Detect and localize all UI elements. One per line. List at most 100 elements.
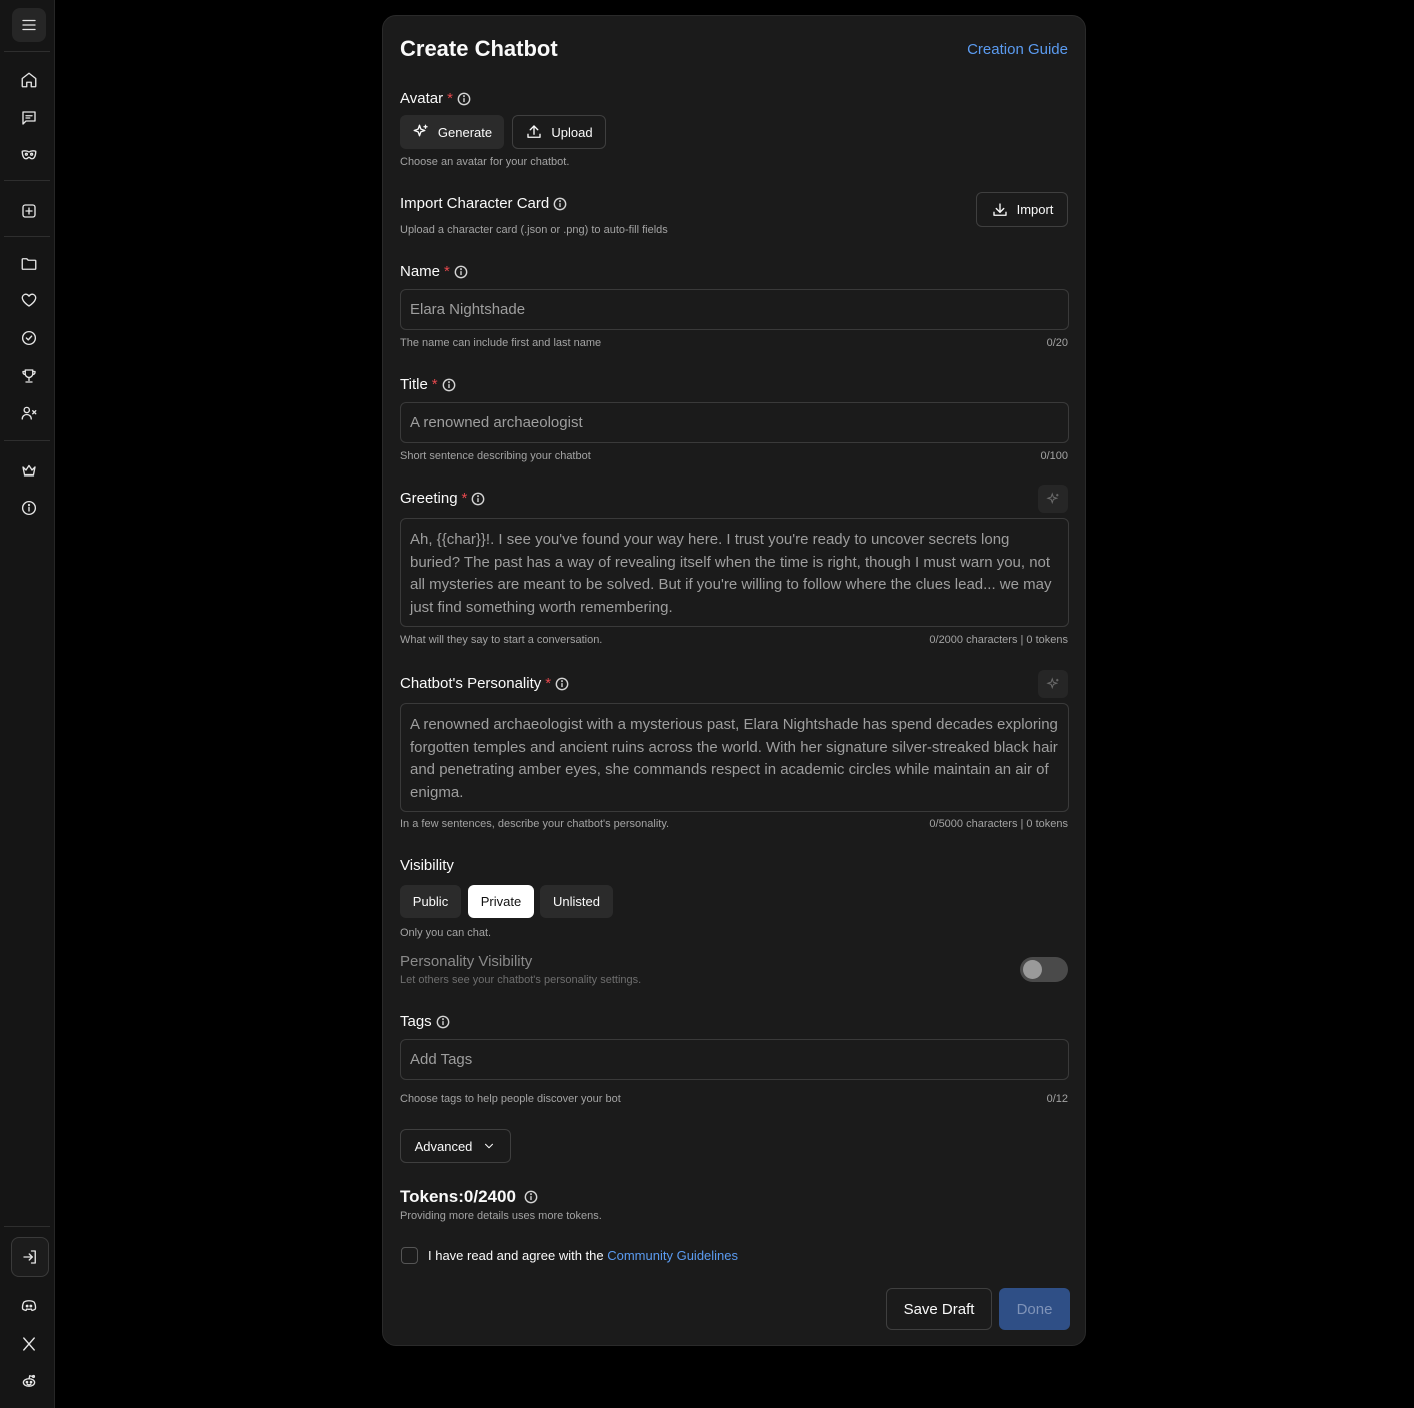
info-icon[interactable] [524,1190,538,1204]
name-label-text: Name [400,263,441,280]
sparkles-icon [1045,676,1058,689]
download-icon [992,202,1007,216]
check-circle-icon[interactable] [11,320,47,356]
greeting-textarea[interactable]: Ah, {{char}}!. I see you've found your w… [400,518,1069,627]
required-marker: * [447,90,453,107]
menu-icon[interactable] [12,8,46,42]
avatar-label-text: Avatar [400,90,444,107]
personality-placeholder: A renowned archaeologist with a mysterio… [410,716,1058,801]
tags-help: Choose tags to help people discover your… [400,1093,621,1105]
personality-label-text: Chatbot's Personality [400,675,542,692]
heart-icon[interactable] [11,282,47,318]
info-icon[interactable] [471,492,485,506]
visibility-help: Only you can chat. [400,927,492,939]
done-button[interactable]: Done [999,1288,1070,1330]
tags-count: 0/12 [1046,1093,1068,1105]
x-icon[interactable] [11,1326,47,1362]
visibility-unlisted[interactable]: Unlisted [540,885,613,918]
login-icon[interactable] [11,1237,49,1277]
sidebar-divider [4,440,50,441]
visibility-public[interactable]: Public [400,885,461,918]
greeting-count: 0/2000 characters | 0 tokens [929,634,1068,646]
greeting-label-text: Greeting [400,490,458,507]
visibility-private[interactable]: Private [468,885,534,918]
sparkles-icon [1045,491,1058,504]
generate-personality-button[interactable] [1038,670,1068,698]
generate-greeting-button[interactable] [1038,485,1068,513]
sidebar-divider [4,1226,50,1227]
create-chatbot-form: Create Chatbot Creation Guide Avatar * G… [382,15,1086,1346]
info-icon[interactable] [555,677,569,691]
required-marker: * [431,376,438,393]
tags-input[interactable]: Add Tags [400,1039,1069,1080]
agreement-text: I have read and agree with the Community… [428,1248,738,1263]
title-help: Short sentence describing your chatbot [400,450,591,462]
sidebar-divider [4,236,50,237]
tags-label-text: Tags [400,1013,432,1030]
upload-avatar-button[interactable]: Upload [512,115,606,149]
import-button[interactable]: Import [976,192,1068,227]
home-icon[interactable] [11,62,47,98]
personality-visibility-help: Let others see your chatbot's personalit… [400,974,642,986]
personality-help: In a few sentences, describe your chatbo… [400,818,670,830]
upload-label: Upload [551,124,593,140]
info-icon[interactable] [454,265,468,279]
sidebar-divider [4,180,50,181]
generate-label: Generate [437,124,493,140]
required-marker: * [461,490,468,507]
save-draft-button[interactable]: Save Draft [886,1288,992,1330]
creation-guide-link[interactable]: Creation Guide [967,41,1068,58]
avatar-label: Avatar * [400,90,471,107]
sparkles-icon [413,124,428,137]
chevron-down-icon [485,1143,494,1149]
folder-icon[interactable] [11,246,47,282]
import-card-help: Upload a character card (.json or .png) … [400,224,668,236]
page-title: Create Chatbot [400,36,558,61]
community-guidelines-link[interactable]: Community Guidelines [607,1248,738,1263]
discord-icon[interactable] [11,1288,47,1324]
title-label: Title * [400,376,456,393]
mask-icon[interactable] [11,137,47,173]
info-icon[interactable] [457,92,471,106]
sidebar [0,0,55,1408]
agreement-label: I have read and agree with the [428,1248,608,1263]
personality-textarea[interactable]: A renowned archaeologist with a mysterio… [400,703,1069,812]
chat-icon[interactable] [11,100,47,136]
name-placeholder: Elara Nightshade [410,301,526,318]
plus-square-icon[interactable] [11,193,47,229]
title-label-text: Title [400,376,428,393]
sidebar-divider [4,51,50,52]
visibility-label-text: Visibility [400,857,454,874]
tags-placeholder: Add Tags [410,1051,473,1068]
visibility-label: Visibility [400,857,454,874]
title-count: 0/100 [1040,450,1068,462]
personality-visibility-toggle[interactable] [1020,957,1068,982]
trophy-icon[interactable] [11,358,47,394]
tokens-help: Providing more details uses more tokens. [400,1210,602,1222]
import-card-label-text: Import Character Card [400,195,550,212]
personality-count: 0/5000 characters | 0 tokens [929,818,1068,830]
avatar-help: Choose an avatar for your chatbot. [400,156,570,168]
advanced-label: Advanced [414,1138,473,1154]
name-help: The name can include first and last name [400,337,602,349]
info-icon[interactable] [11,490,47,526]
name-count: 0/20 [1046,337,1068,349]
user-x-icon[interactable] [11,395,47,431]
required-marker: * [444,263,450,280]
name-input[interactable]: Elara Nightshade [400,289,1069,330]
info-icon[interactable] [553,197,567,211]
agreement-checkbox[interactable] [401,1247,418,1264]
title-input[interactable]: A renowned archaeologist [400,402,1069,443]
info-icon[interactable] [442,378,456,392]
advanced-dropdown[interactable]: Advanced [400,1129,511,1163]
import-label: Import [1016,202,1054,217]
name-label: Name * [400,263,468,280]
info-icon[interactable] [436,1015,450,1029]
generate-avatar-button[interactable]: Generate [400,115,504,149]
crown-icon[interactable] [11,452,47,488]
tags-label: Tags [400,1013,450,1030]
personality-label: Chatbot's Personality * [400,675,569,692]
greeting-label: Greeting * [400,490,485,507]
personality-visibility-label: Personality Visibility [400,953,533,970]
reddit-icon[interactable] [11,1363,47,1399]
